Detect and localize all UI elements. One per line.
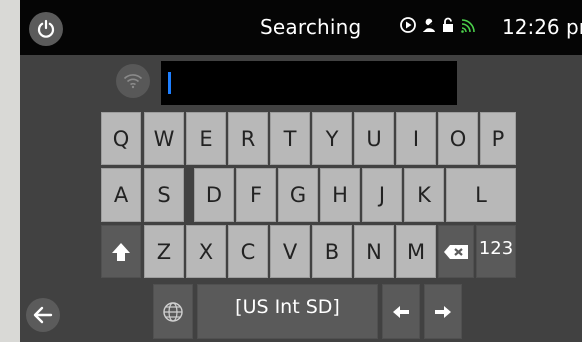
key-m[interactable]: M [396,225,436,278]
numbers-key[interactable]: 123 [476,225,516,278]
key-v[interactable]: V [270,225,310,278]
key-k[interactable]: K [404,168,444,222]
power-icon [37,19,55,38]
backspace-key[interactable] [438,225,474,278]
key-c[interactable]: C [228,225,268,278]
key-a[interactable]: A [101,168,141,222]
key-s[interactable]: S [144,168,184,222]
key-f[interactable]: F [236,168,276,222]
clock: 12:26 pm [502,15,582,39]
arrow-left-icon [393,305,409,318]
shift-arrow-icon [112,242,130,261]
wifi-button[interactable] [116,64,150,98]
backspace-icon [444,244,468,259]
device-screen: Searching 12:26 pm [20,0,582,342]
key-z[interactable]: Z [144,225,184,278]
globe-icon [163,301,183,322]
text-caret [168,72,171,94]
key-n[interactable]: N [354,225,394,278]
search-input[interactable] [161,61,457,105]
play-circle-icon [400,17,416,33]
status-title: Searching [260,15,362,39]
back-button[interactable] [26,298,60,332]
key-w[interactable]: W [144,112,184,165]
cursor-right-key[interactable] [424,284,462,339]
key-b[interactable]: B [312,225,352,278]
key-d[interactable]: D [194,168,234,222]
status-icons [400,17,475,33]
key-g[interactable]: G [278,168,318,222]
key-r[interactable]: R [228,112,268,165]
language-key[interactable] [153,284,193,339]
wifi-signal-icon [461,19,475,33]
key-t[interactable]: T [270,112,310,165]
arrow-right-icon [435,305,451,318]
lock-icon [443,17,453,32]
shift-key[interactable] [101,225,141,278]
key-o[interactable]: O [438,112,478,165]
power-button[interactable] [29,12,63,46]
key-j[interactable]: J [362,168,402,222]
cursor-left-key[interactable] [382,284,420,339]
key-l[interactable]: L [446,168,516,222]
key-x[interactable]: X [186,225,226,278]
status-bar: Searching 12:26 pm [20,0,582,55]
key-u[interactable]: U [354,112,394,165]
key-y[interactable]: Y [312,112,352,165]
key-e[interactable]: E [186,112,226,165]
space-key[interactable]: [US Int SD] [197,284,378,339]
user-icon [422,18,436,32]
key-q[interactable]: Q [101,112,141,165]
key-i[interactable]: I [396,112,436,165]
key-h[interactable]: H [320,168,360,222]
back-arrow-icon [33,306,53,324]
wifi-icon [123,74,143,89]
key-p[interactable]: P [480,112,516,165]
